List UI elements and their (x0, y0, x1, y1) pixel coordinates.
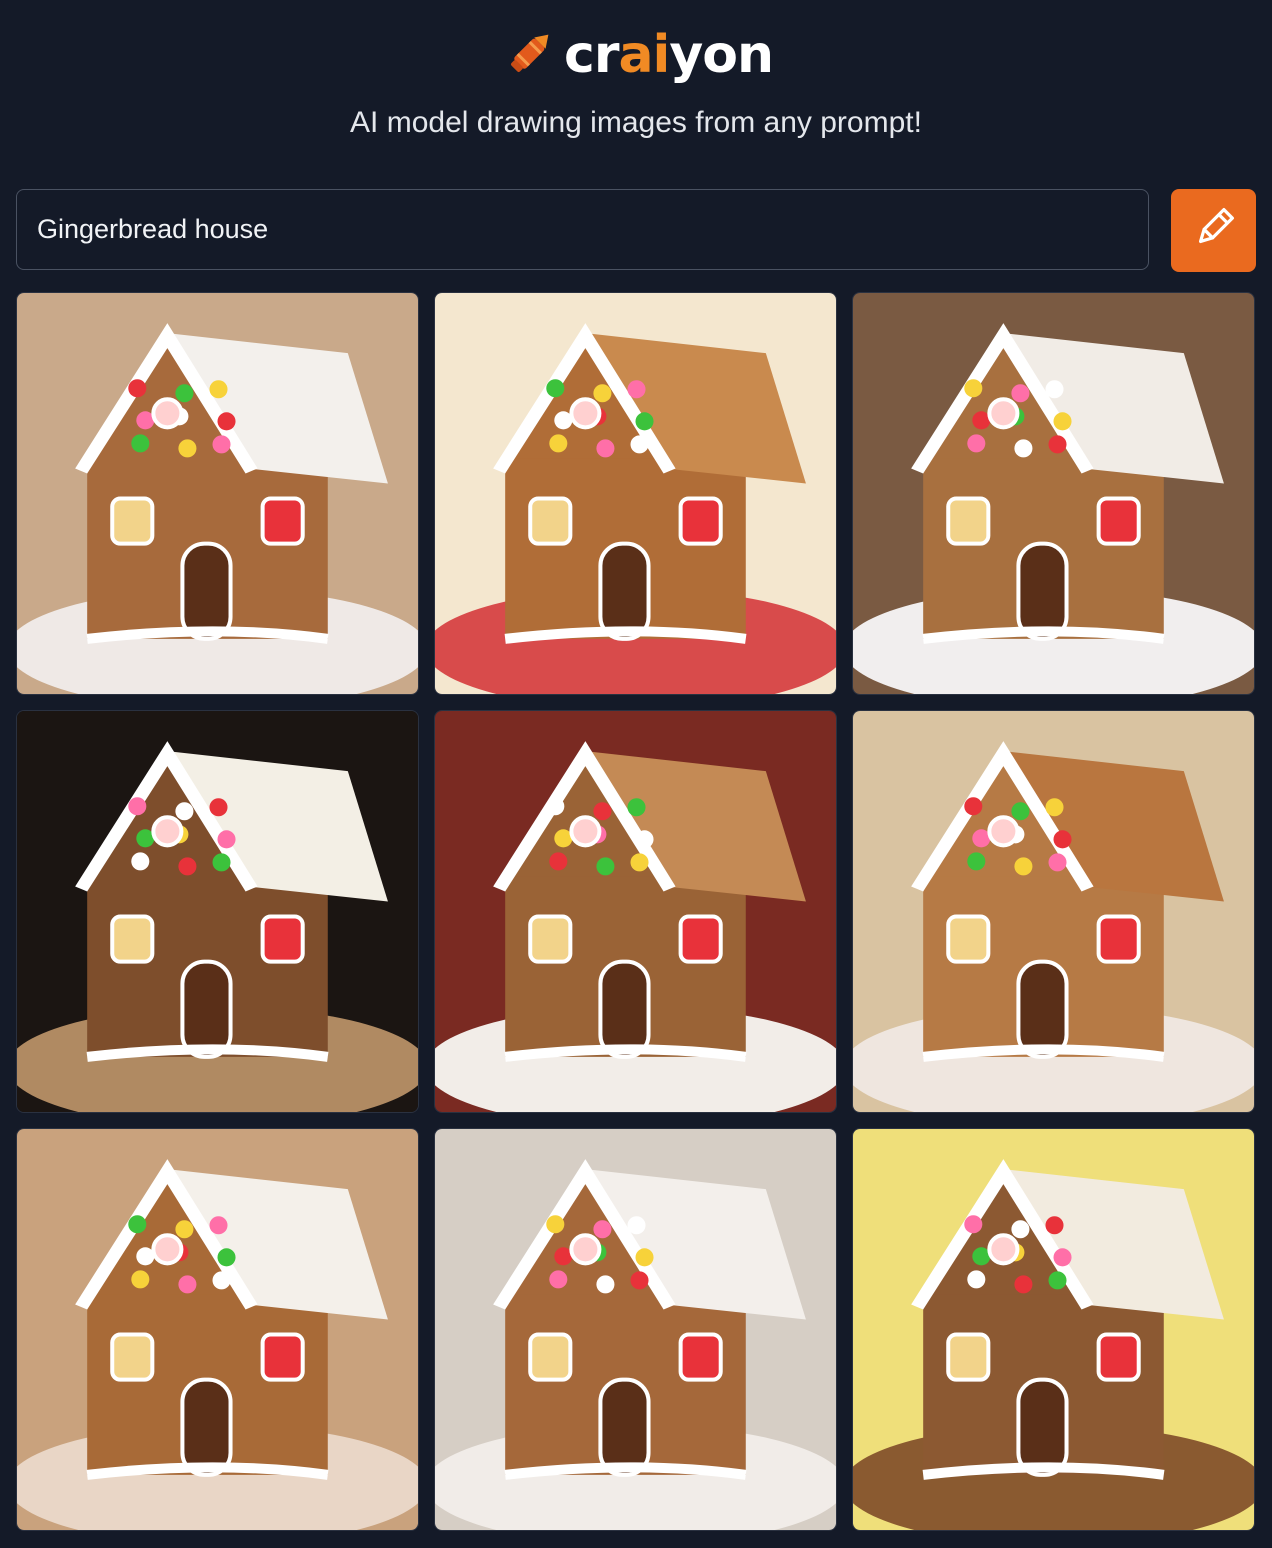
result-image-7[interactable] (16, 1128, 419, 1531)
result-image-4[interactable] (16, 710, 419, 1113)
prompt-input[interactable]: Gingerbread house (16, 189, 1149, 270)
pencil-icon (1192, 206, 1236, 255)
crayon-icon (500, 23, 560, 88)
result-image-6[interactable] (852, 710, 1255, 1113)
result-image-8[interactable] (434, 1128, 837, 1531)
result-image-2[interactable] (434, 292, 837, 695)
result-image-5[interactable] (434, 710, 837, 1113)
tagline: AI model drawing images from any prompt! (350, 106, 922, 139)
result-image-3[interactable] (852, 292, 1255, 695)
brand-name: craiyon (564, 25, 774, 85)
craiyon-logo[interactable]: craiyon (500, 20, 774, 90)
prompt-input-value: Gingerbread house (37, 214, 269, 244)
header: craiyon AI model drawing images from any… (0, 0, 1272, 170)
result-image-1[interactable] (16, 292, 419, 695)
draw-button[interactable] (1171, 189, 1256, 272)
result-image-9[interactable] (852, 1128, 1255, 1531)
